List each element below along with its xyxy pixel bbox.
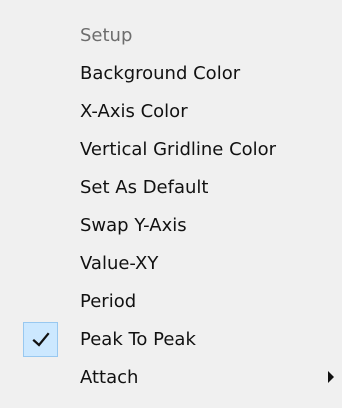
menu-item-label: X-Axis Color xyxy=(80,101,188,122)
submenu-arrow-icon xyxy=(328,371,334,383)
menu-item-swap-y-axis[interactable]: Swap Y-Axis xyxy=(0,207,342,245)
checkmark-icon xyxy=(23,322,58,357)
menu-item-x-axis-color[interactable]: X-Axis Color xyxy=(0,93,342,131)
menu-item-label: Background Color xyxy=(80,63,241,84)
menu-item-label: Value-XY xyxy=(80,253,159,274)
menu-item-vertical-gridline-color[interactable]: Vertical Gridline Color xyxy=(0,131,342,169)
menu-item-period[interactable]: Period xyxy=(0,283,342,321)
menu-item-label: Peak To Peak xyxy=(80,329,196,350)
menu-item-background-color[interactable]: Background Color xyxy=(0,55,342,93)
menu-item-label: Setup xyxy=(80,25,133,46)
menu-item-set-as-default[interactable]: Set As Default xyxy=(0,169,342,207)
menu-item-value-xy[interactable]: Value-XY xyxy=(0,245,342,283)
menu-item-label: Vertical Gridline Color xyxy=(80,139,277,160)
menu-item-label: Period xyxy=(80,291,137,312)
menu-item-label: Set As Default xyxy=(80,177,209,198)
menu-item-peak-to-peak[interactable]: Peak To Peak xyxy=(0,321,342,359)
menu-item-attach[interactable]: Attach xyxy=(0,359,342,397)
menu-item-label: Attach xyxy=(80,367,139,388)
context-menu: Setup Background Color X-Axis Color Vert… xyxy=(0,0,342,408)
menu-item-setup: Setup xyxy=(0,17,342,55)
menu-item-label: Swap Y-Axis xyxy=(80,215,187,236)
